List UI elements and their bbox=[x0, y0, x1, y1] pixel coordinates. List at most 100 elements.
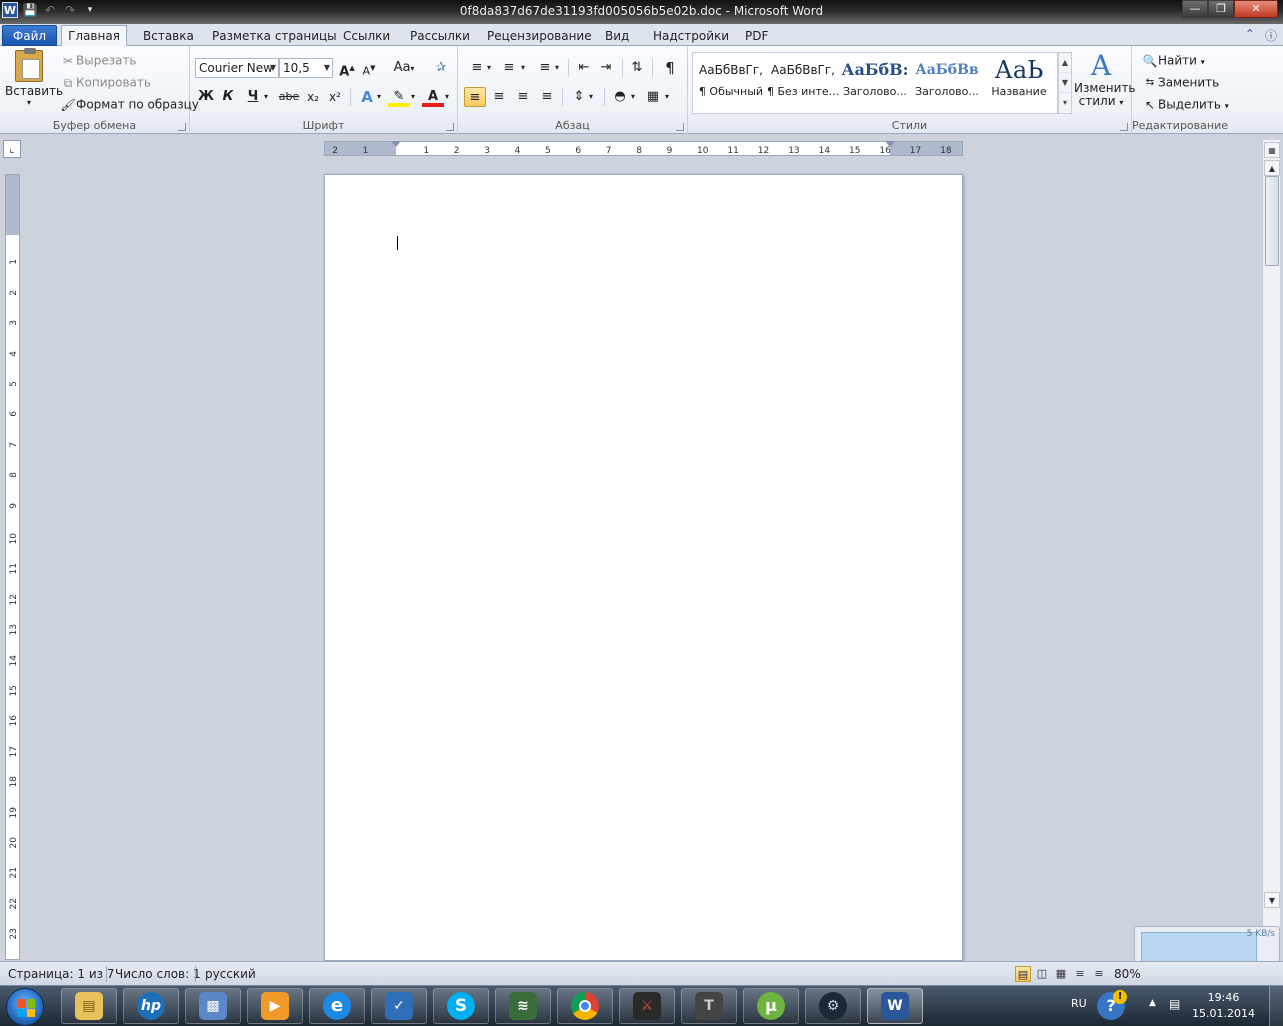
web-layout-icon[interactable]: ▦ bbox=[1053, 966, 1069, 982]
paste-dropdown-icon[interactable]: ▾ bbox=[5, 98, 53, 107]
change-styles-button[interactable]: A Изменить стили ▾ bbox=[1074, 50, 1136, 109]
start-button[interactable] bbox=[6, 988, 44, 1026]
clear-formatting-icon[interactable]: ✰ bbox=[430, 58, 452, 78]
vertical-scrollbar[interactable]: ▦ ▲ ▼ bbox=[1262, 140, 1280, 961]
clipboard-launcher-icon[interactable] bbox=[178, 123, 186, 131]
taskbar-chrome[interactable] bbox=[557, 988, 613, 1024]
change-case-button[interactable]: Aa▾ bbox=[390, 58, 418, 78]
justify-icon[interactable]: ≡ bbox=[536, 87, 558, 107]
style-normal[interactable]: АаБбВвГг, ¶ Обычный bbox=[695, 55, 767, 109]
align-right-icon[interactable]: ≡ bbox=[512, 87, 534, 107]
font-size-combo[interactable]: 10,5 ▼ bbox=[279, 58, 333, 78]
text-effects-dropdown-icon[interactable]: ▾ bbox=[374, 87, 384, 107]
superscript-button[interactable]: x² bbox=[324, 87, 346, 107]
tab-pdf[interactable]: PDF bbox=[745, 26, 768, 46]
first-line-indent-icon[interactable] bbox=[391, 141, 401, 147]
paragraph-launcher-icon[interactable] bbox=[676, 123, 684, 131]
outline-icon[interactable]: ≡ bbox=[1072, 966, 1088, 982]
highlight-icon[interactable]: ✎ bbox=[388, 87, 410, 107]
word-count[interactable]: Число слов: 1 bbox=[115, 967, 201, 981]
borders-icon[interactable]: ▦ bbox=[642, 87, 664, 107]
scroll-down-icon[interactable]: ▼ bbox=[1059, 73, 1071, 93]
format-painter-button[interactable]: 🖌Формат по образцу bbox=[60, 97, 199, 113]
style-title[interactable]: АаЬ Название bbox=[983, 55, 1055, 109]
style-heading-2[interactable]: АаБбВв Заголово... bbox=[911, 55, 983, 109]
taskbar-internet-explorer[interactable]: e bbox=[309, 988, 365, 1024]
tab-view[interactable]: Вид bbox=[605, 26, 629, 46]
font-launcher-icon[interactable] bbox=[446, 123, 454, 131]
taskbar-task-app[interactable]: ✓ bbox=[371, 988, 427, 1024]
font-color-dropdown-icon[interactable]: ▾ bbox=[442, 87, 452, 107]
align-left-icon[interactable]: ≡ bbox=[464, 87, 486, 107]
taskbar-remote-desktop[interactable]: ▩ bbox=[185, 988, 241, 1024]
select-button[interactable]: ↖ Выделить ▾ bbox=[1142, 97, 1229, 113]
show-formatting-marks-button[interactable]: ¶ bbox=[659, 58, 681, 78]
increase-indent-icon[interactable]: ⇥ bbox=[595, 58, 617, 78]
taskbar-word[interactable]: W bbox=[867, 988, 923, 1024]
bullets-dropdown-icon[interactable]: ▾ bbox=[484, 58, 494, 78]
show-desktop-button[interactable] bbox=[1269, 986, 1283, 1026]
zoom-level[interactable]: 80% bbox=[1114, 967, 1141, 981]
tab-selector-icon[interactable]: ⌞ bbox=[3, 140, 21, 158]
align-center-icon[interactable]: ≡ bbox=[488, 87, 510, 107]
grow-font-button[interactable]: A▲ bbox=[336, 58, 358, 79]
taskbar-steam[interactable]: ⚙ bbox=[805, 988, 861, 1024]
language-indicator[interactable]: RU bbox=[1071, 997, 1087, 1010]
warning-icon[interactable]: ! bbox=[1113, 990, 1127, 1004]
maximize-button[interactable]: ❐ bbox=[1208, 0, 1234, 18]
font-color-icon[interactable]: A bbox=[422, 87, 444, 107]
scroll-down-icon[interactable]: ▼ bbox=[1264, 892, 1280, 908]
page-count[interactable]: Страница: 1 из 7 bbox=[8, 967, 114, 981]
styles-launcher-icon[interactable] bbox=[1120, 123, 1128, 131]
font-name-combo[interactable]: Courier New ▼ bbox=[195, 58, 279, 78]
tab-insert[interactable]: Вставка bbox=[143, 26, 194, 46]
taskbar-utorrent[interactable]: µ bbox=[743, 988, 799, 1024]
paste-button[interactable]: Вставить ▾ bbox=[5, 48, 63, 107]
multilevel-dropdown-icon[interactable]: ▾ bbox=[552, 58, 562, 78]
taskbar-world-of-tanks[interactable]: T bbox=[681, 988, 737, 1024]
horizontal-ruler[interactable]: 2 1 1 2 3 4 5 6 7 8 9 10 11 12 13 14 15 16 17 18 bbox=[324, 141, 963, 156]
italic-button[interactable]: К bbox=[217, 87, 239, 107]
taskbar-file-explorer[interactable]: ▤ bbox=[61, 988, 117, 1024]
borders-dropdown-icon[interactable]: ▾ bbox=[662, 87, 672, 107]
taskbar-media-player[interactable]: ▶ bbox=[247, 988, 303, 1024]
sort-icon[interactable]: ⇅ bbox=[626, 58, 648, 78]
scrollbar-thumb[interactable] bbox=[1265, 176, 1279, 266]
tab-file[interactable]: Файл bbox=[2, 25, 57, 46]
full-screen-reading-icon[interactable]: ◫ bbox=[1034, 966, 1050, 982]
draft-icon[interactable]: ≡ bbox=[1091, 966, 1107, 982]
ruler-toggle-icon[interactable]: ▦ bbox=[1264, 142, 1280, 158]
more-styles-icon[interactable]: ▾ bbox=[1059, 93, 1071, 113]
numbering-dropdown-icon[interactable]: ▾ bbox=[518, 58, 528, 78]
vertical-ruler[interactable]: 1 2 3 4 5 6 7 8 9 10 11 12 13 14 15 16 17 18 19 20 21 22 23 bbox=[5, 174, 20, 960]
tab-references[interactable]: Ссылки bbox=[343, 26, 390, 46]
highlight-dropdown-icon[interactable]: ▾ bbox=[408, 87, 418, 107]
line-spacing-dropdown-icon[interactable]: ▾ bbox=[586, 87, 596, 107]
shrink-font-button[interactable]: A▼ bbox=[358, 58, 380, 78]
style-no-spacing[interactable]: АаБбВвГг, ¶ Без инте... bbox=[767, 55, 839, 109]
document-page[interactable] bbox=[324, 174, 963, 961]
help-icon[interactable]: ⓘ bbox=[1265, 27, 1277, 44]
copy-button[interactable]: ⧉ Копировать bbox=[60, 75, 151, 91]
tab-home[interactable]: Главная bbox=[61, 25, 127, 46]
tab-page-layout[interactable]: Разметка страницы bbox=[212, 26, 337, 46]
minimize-ribbon-icon[interactable]: ⌃ bbox=[1245, 27, 1255, 44]
underline-dropdown-icon[interactable]: ▾ bbox=[260, 87, 272, 107]
tab-mailings[interactable]: Рассылки bbox=[410, 26, 470, 46]
close-button[interactable]: ✕ bbox=[1234, 0, 1278, 18]
show-hidden-icons-icon[interactable]: ▲ bbox=[1149, 998, 1156, 1008]
replace-button[interactable]: ⇆ Заменить bbox=[1142, 75, 1219, 91]
cut-button[interactable]: ✂ Вырезать bbox=[60, 53, 137, 69]
network-icon[interactable]: ▤ bbox=[1169, 997, 1180, 1011]
find-button[interactable]: 🔍Найти ▾ bbox=[1142, 53, 1205, 69]
style-heading-1[interactable]: АаБбВ: Заголово... bbox=[839, 55, 911, 109]
language[interactable]: русский bbox=[205, 967, 256, 981]
tab-review[interactable]: Рецензирование bbox=[487, 26, 592, 46]
decrease-indent-icon[interactable]: ⇤ bbox=[573, 58, 595, 78]
scroll-up-icon[interactable]: ▲ bbox=[1264, 160, 1280, 176]
shading-dropdown-icon[interactable]: ▾ bbox=[628, 87, 638, 107]
taskbar-system-monitor[interactable]: ≋ bbox=[495, 988, 551, 1024]
tab-addins[interactable]: Надстройки bbox=[653, 26, 729, 46]
print-layout-icon[interactable]: ▤ bbox=[1015, 966, 1031, 982]
taskbar-hp[interactable]: hp bbox=[123, 988, 179, 1024]
